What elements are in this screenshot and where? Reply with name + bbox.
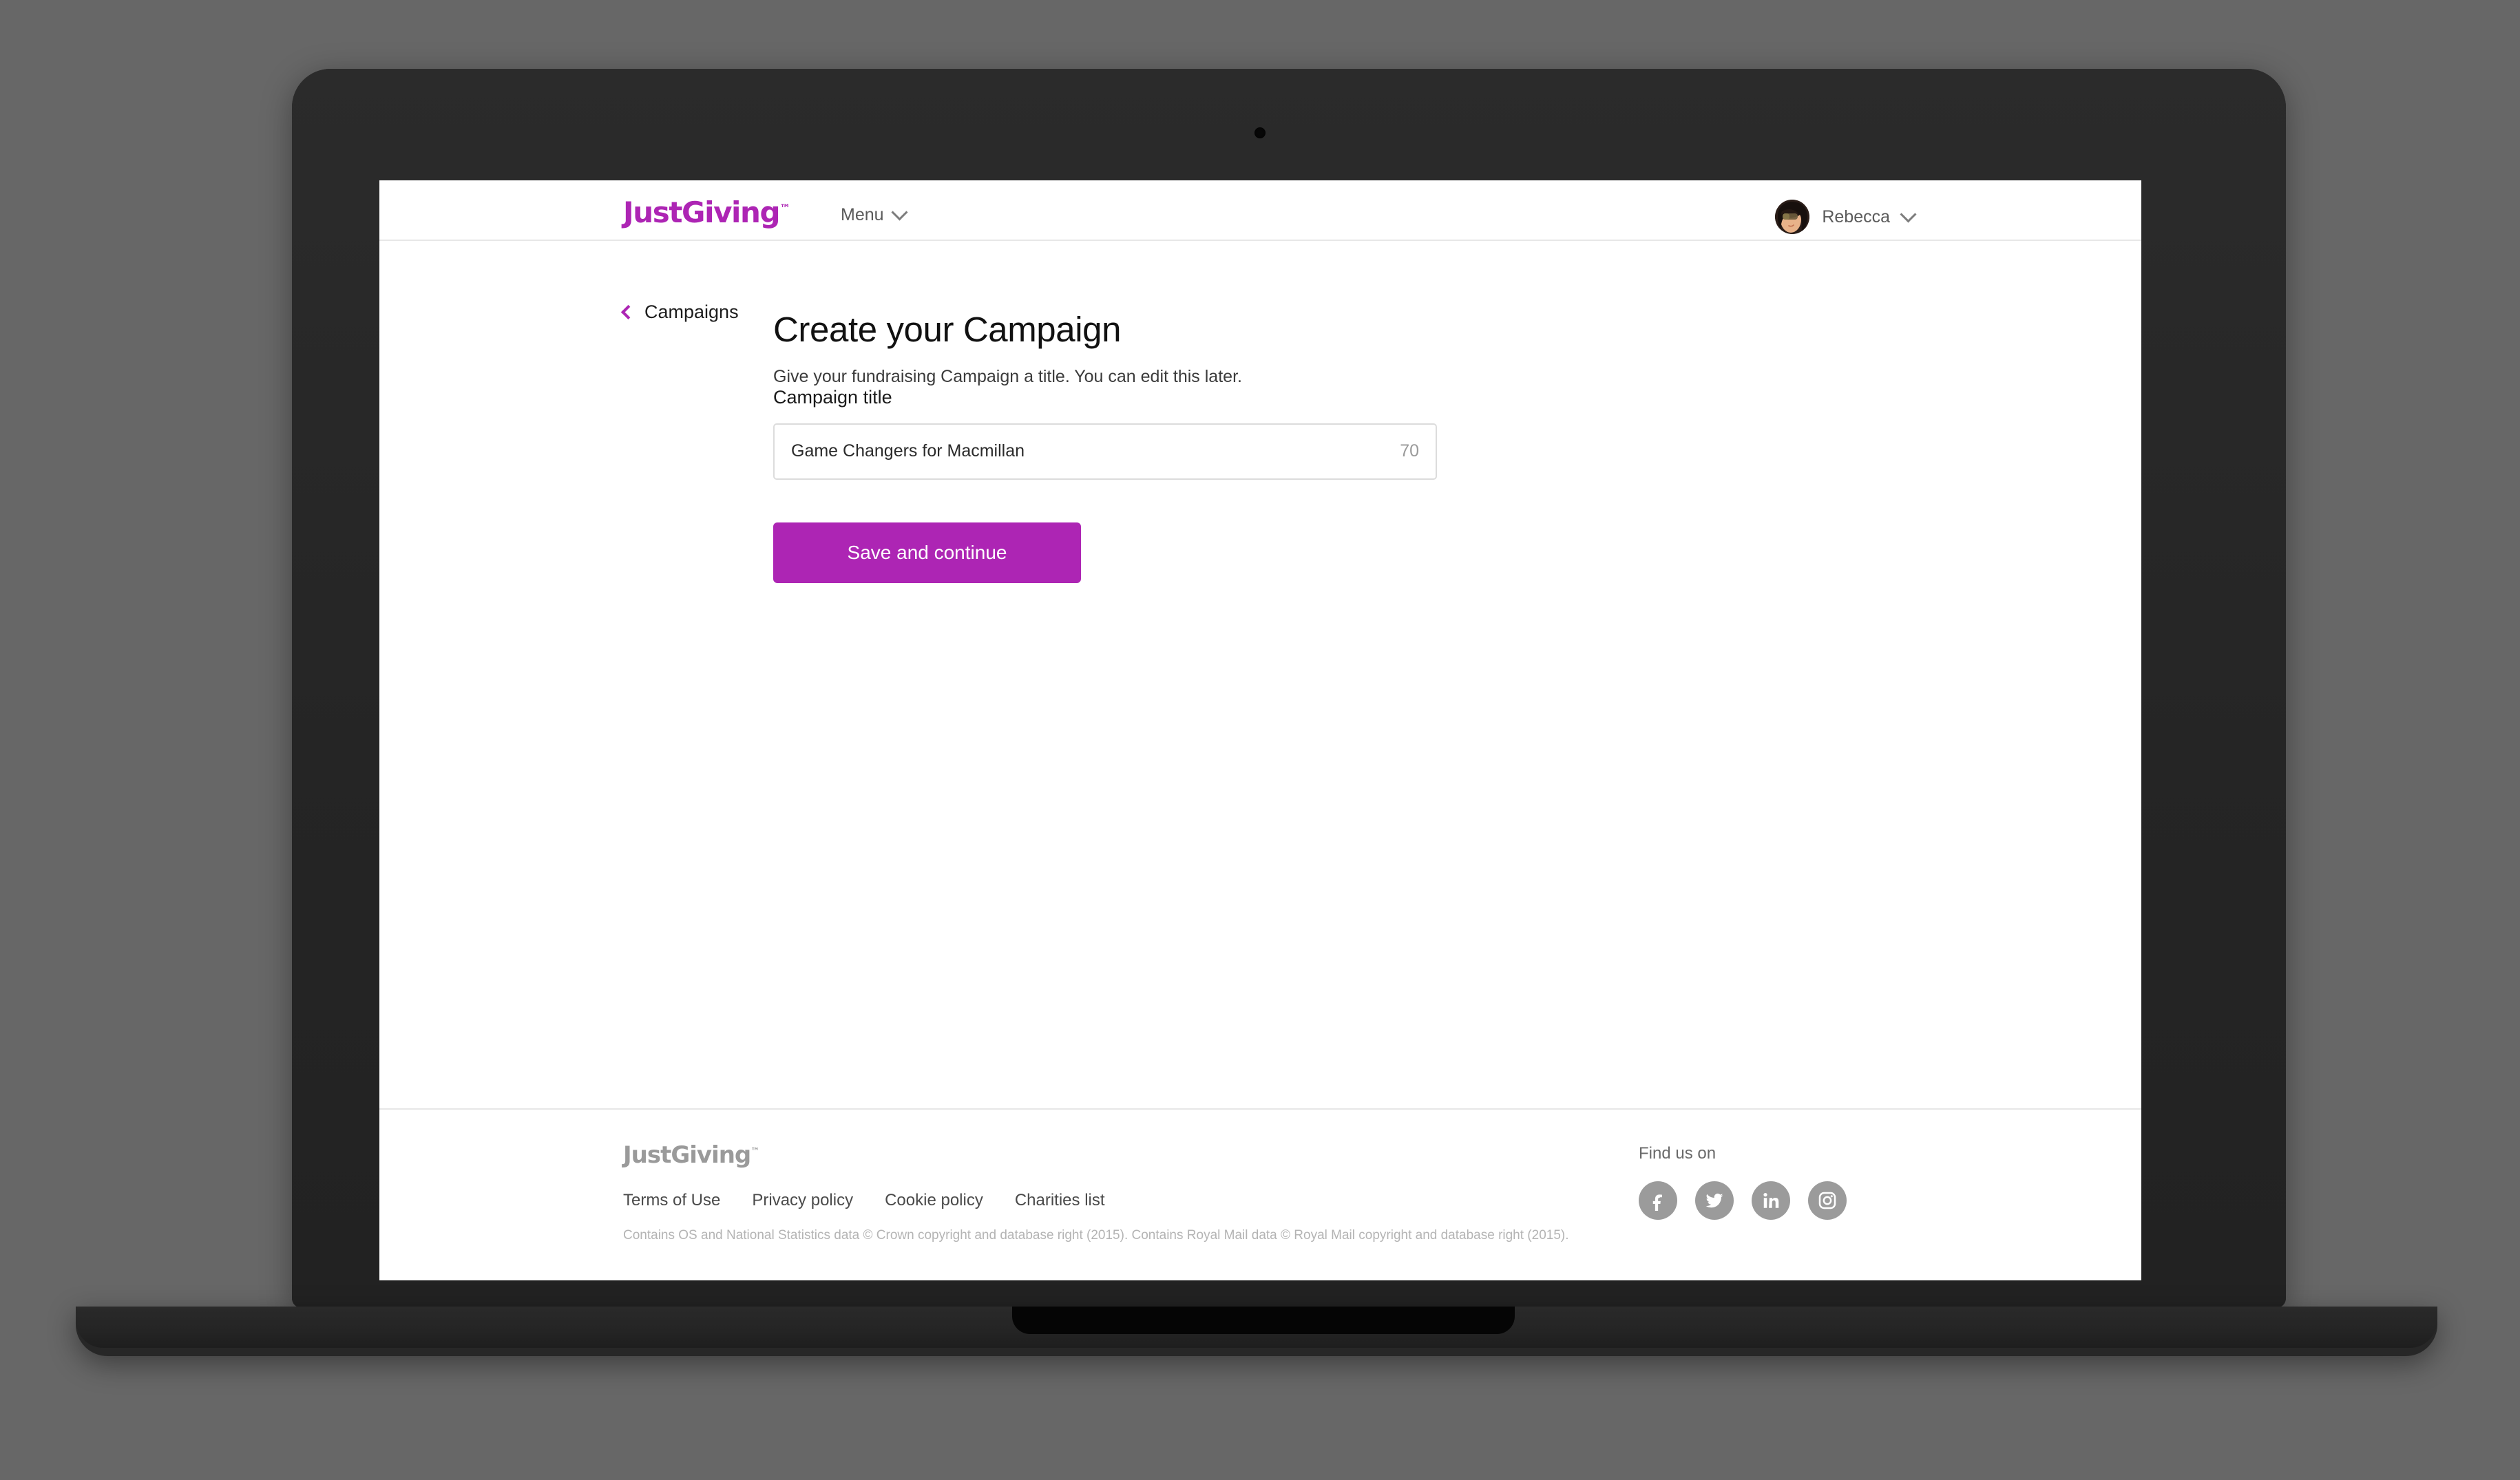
footer-logo-text: JustGiving bbox=[623, 1141, 751, 1169]
back-link-label: Campaigns bbox=[644, 302, 739, 322]
laptop-base-notch bbox=[1012, 1307, 1515, 1334]
find-us-on: Find us on bbox=[1639, 1144, 1914, 1220]
trademark-symbol: ™ bbox=[779, 202, 791, 215]
logo-text: JustGiving bbox=[623, 195, 781, 229]
chevron-down-icon bbox=[891, 204, 908, 221]
character-counter: 70 bbox=[1400, 441, 1419, 461]
legal-notice: Contains OS and National Statistics data… bbox=[623, 1228, 1569, 1243]
webcam-icon bbox=[1254, 127, 1266, 138]
site-footer: JustGiving™ Terms of Use Privacy policy … bbox=[379, 1108, 2141, 1280]
laptop-device: JustGiving™ Menu Rebecca Campaigns Creat… bbox=[0, 0, 2520, 1480]
main-content: Campaigns Create your Campaign Give your… bbox=[379, 241, 2141, 1108]
campaign-title-input[interactable]: Game Changers for Macmillan 70 bbox=[773, 423, 1437, 480]
find-us-label: Find us on bbox=[1639, 1144, 1716, 1163]
footer-justgiving-logo[interactable]: JustGiving™ bbox=[623, 1141, 759, 1169]
site-header: JustGiving™ Menu Rebecca bbox=[379, 180, 2141, 241]
footer-link-cookie[interactable]: Cookie policy bbox=[885, 1191, 983, 1210]
instagram-icon[interactable] bbox=[1808, 1181, 1847, 1220]
justgiving-logo[interactable]: JustGiving™ bbox=[623, 195, 790, 229]
footer-link-terms[interactable]: Terms of Use bbox=[623, 1191, 720, 1210]
campaign-title-value: Game Changers for Macmillan bbox=[791, 441, 1025, 461]
user-name: Rebecca bbox=[1822, 207, 1890, 226]
back-to-campaigns-link[interactable]: Campaigns bbox=[620, 302, 739, 323]
page-title: Create your Campaign bbox=[773, 310, 1122, 349]
twitter-icon[interactable] bbox=[1695, 1181, 1734, 1220]
menu-label: Menu bbox=[841, 205, 884, 224]
campaign-form: Create your Campaign Give your fundraisi… bbox=[773, 310, 1634, 583]
chevron-left-icon bbox=[620, 304, 636, 320]
chevron-down-icon bbox=[1900, 205, 1917, 223]
trademark-symbol: ™ bbox=[750, 1146, 760, 1157]
avatar bbox=[1775, 200, 1810, 234]
page-subtitle: Give your fundraising Campaign a title. … bbox=[773, 366, 1242, 386]
save-and-continue-button[interactable]: Save and continue bbox=[773, 522, 1081, 583]
social-links bbox=[1639, 1181, 1914, 1220]
facebook-icon[interactable] bbox=[1639, 1181, 1677, 1220]
user-menu-button[interactable]: Rebecca bbox=[1775, 200, 1917, 234]
footer-links: Terms of Use Privacy policy Cookie polic… bbox=[623, 1191, 1105, 1210]
campaign-title-label: Campaign title bbox=[773, 386, 892, 408]
linkedin-icon[interactable] bbox=[1752, 1181, 1790, 1220]
footer-link-charities[interactable]: Charities list bbox=[1015, 1191, 1105, 1210]
browser-viewport: JustGiving™ Menu Rebecca Campaigns Creat… bbox=[379, 180, 2141, 1280]
menu-button[interactable]: Menu bbox=[841, 204, 908, 225]
footer-link-privacy[interactable]: Privacy policy bbox=[752, 1191, 853, 1210]
